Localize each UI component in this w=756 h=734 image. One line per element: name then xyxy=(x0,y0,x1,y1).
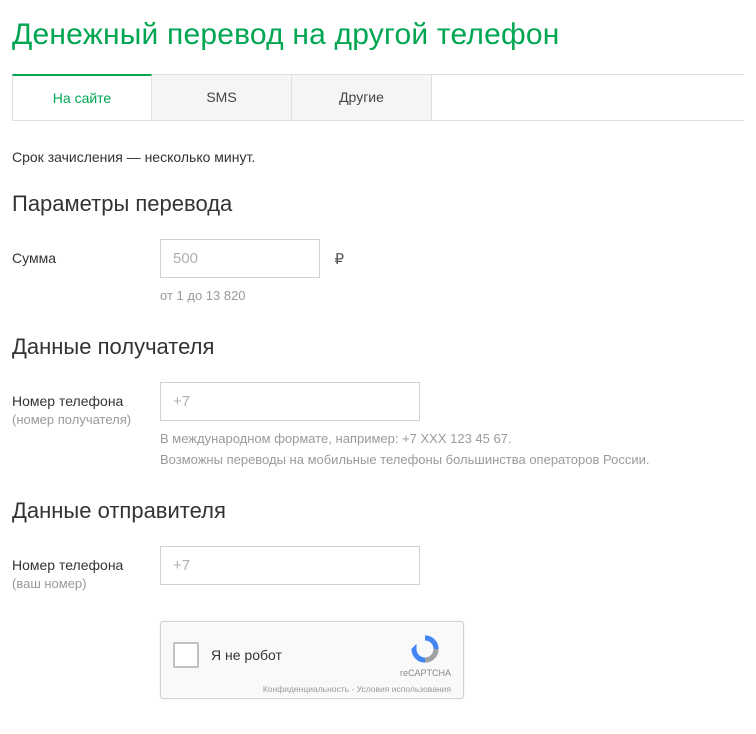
recipient-phone-input[interactable] xyxy=(160,382,420,421)
recaptcha-privacy-link[interactable]: Конфиденциальность xyxy=(263,684,349,694)
sender-phone-label-text: Номер телефона xyxy=(12,557,123,573)
tab-onsite[interactable]: На сайте xyxy=(12,74,152,120)
sender-phone-label: Номер телефона (ваш номер) xyxy=(12,546,160,593)
tab-other[interactable]: Другие xyxy=(292,75,432,120)
credit-time-text: Срок зачисления — несколько минут. xyxy=(12,149,744,165)
heading-transfer-params: Параметры перевода xyxy=(12,191,744,217)
recaptcha-footer: Конфиденциальность - Условия использован… xyxy=(173,684,451,694)
recaptcha-terms-link[interactable]: Условия использования xyxy=(357,684,451,694)
recipient-phone-label-text: Номер телефона xyxy=(12,393,123,409)
tabs-spacer xyxy=(432,75,744,120)
section-recipient: Данные получателя Номер телефона (номер … xyxy=(12,334,744,470)
section-sender: Данные отправителя Номер телефона (ваш н… xyxy=(12,498,744,593)
recaptcha-widget: Я не робот reCAPTCHA Конфиденциальность … xyxy=(160,621,464,699)
recipient-phone-hint1: В международном формате, например: +7 XX… xyxy=(160,429,744,449)
recaptcha-brand: reCAPTCHA xyxy=(400,668,451,678)
amount-hint: от 1 до 13 820 xyxy=(160,286,744,306)
recaptcha-checkbox[interactable] xyxy=(173,642,199,668)
recipient-phone-hint2: Возможны переводы на мобильные телефоны … xyxy=(160,450,744,470)
recaptcha-label: Я не робот xyxy=(211,647,282,663)
amount-input[interactable] xyxy=(160,239,320,278)
sender-phone-sublabel: (ваш номер) xyxy=(12,576,87,591)
page-title: Денежный перевод на другой телефон xyxy=(12,18,744,52)
sender-phone-input[interactable] xyxy=(160,546,420,585)
heading-sender: Данные отправителя xyxy=(12,498,744,524)
heading-recipient: Данные получателя xyxy=(12,334,744,360)
currency-symbol: ₽ xyxy=(334,250,344,268)
recipient-phone-sublabel: (номер получателя) xyxy=(12,412,131,427)
recaptcha-icon xyxy=(408,632,442,666)
tab-sms[interactable]: SMS xyxy=(152,75,292,120)
section-transfer-params: Параметры перевода Сумма ₽ от 1 до 13 82… xyxy=(12,191,744,306)
tabs: На сайте SMS Другие xyxy=(12,74,744,121)
recipient-phone-label: Номер телефона (номер получателя) xyxy=(12,382,160,429)
amount-label: Сумма xyxy=(12,239,160,267)
